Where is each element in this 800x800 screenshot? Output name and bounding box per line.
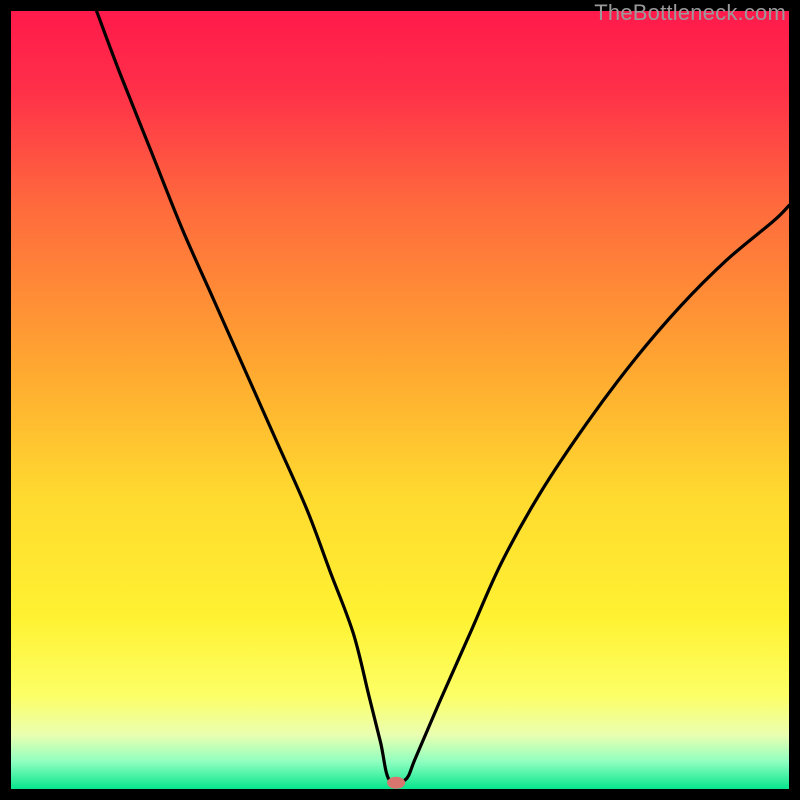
watermark-text: TheBottleneck.com bbox=[594, 0, 786, 26]
optimal-point-marker bbox=[387, 777, 405, 789]
chart-frame bbox=[11, 11, 789, 789]
bottleneck-chart bbox=[11, 11, 789, 789]
gradient-background bbox=[11, 11, 789, 789]
